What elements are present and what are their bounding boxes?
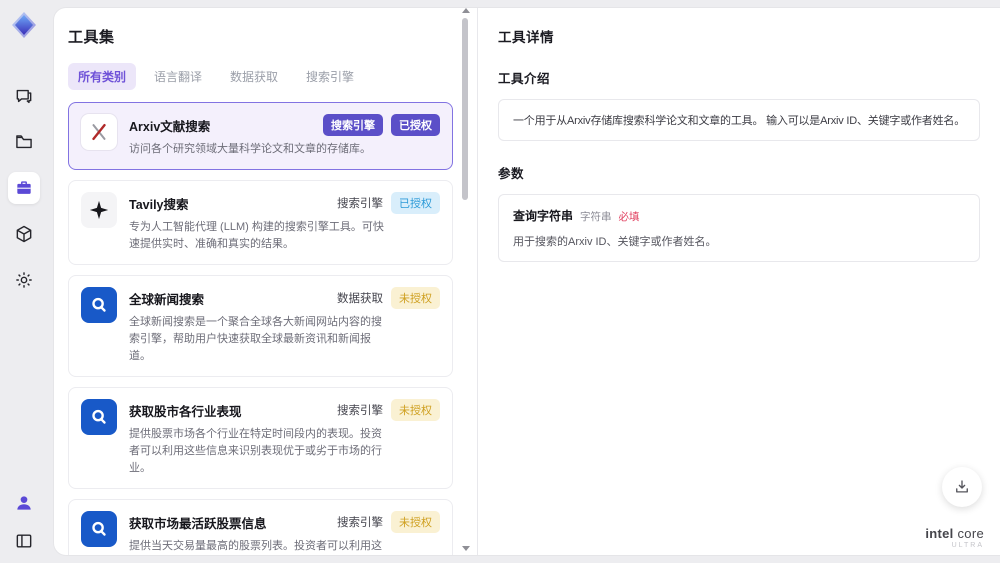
tool-description: 访问各个研究领域大量科学论文和文章的存储库。 xyxy=(129,143,371,155)
tool-category-badge: 数据获取 xyxy=(337,293,383,306)
brand-ultra: ULTRA xyxy=(951,542,984,549)
tab-1[interactable]: 语言翻译 xyxy=(144,63,212,90)
tool-intro-text: 一个用于从Arxiv存储库搜索科学论文和文章的工具。 输入可以是Arxiv ID… xyxy=(498,99,980,141)
blueq-icon xyxy=(81,287,117,324)
tool-auth-badge: 未授权 xyxy=(391,287,440,310)
tab-3[interactable]: 搜索引擎 xyxy=(296,63,364,90)
scrollbar-thumb[interactable] xyxy=(462,18,468,200)
toolbox-icon[interactable] xyxy=(8,172,40,204)
arxiv-icon xyxy=(81,114,117,150)
scrollbar[interactable] xyxy=(461,8,470,551)
download-icon xyxy=(956,480,968,493)
tool-auth-badge: 已授权 xyxy=(391,192,440,215)
tool-meta: 搜索引擎 未授权 xyxy=(337,511,440,534)
layout-toggle-icon[interactable] xyxy=(8,525,40,557)
tool-list-panel: 工具集 所有类别 语言翻译 数据获取 搜索引擎 Arxiv文献搜索 访问各个研究领域大量… xyxy=(54,8,477,555)
tool-auth-badge: 已授权 xyxy=(391,114,440,136)
tool-card[interactable]: 全球新闻搜索 全球新闻搜索是一个聚合全球各大新闻网站内容的搜索引擎，帮助用户快速获… xyxy=(68,275,453,378)
page-title: 工具集 xyxy=(68,29,115,46)
param-name: 查询字符串 xyxy=(513,209,574,223)
download-button[interactable] xyxy=(942,467,982,507)
param-type: 字符串 xyxy=(580,211,612,223)
brand-intel: intel xyxy=(925,526,954,541)
intro-heading: 工具介绍 xyxy=(498,72,551,86)
app-window: 工具集 所有类别 语言翻译 数据获取 搜索引擎 Arxiv文献搜索 访问各个研究领域大量… xyxy=(0,0,1000,563)
scroll-down-icon[interactable] xyxy=(462,546,470,551)
tool-description: 全球新闻搜索是一个聚合全球各大新闻网站内容的搜索引擎，帮助用户快速获取全球最新资… xyxy=(129,316,382,363)
user-icon[interactable] xyxy=(8,487,40,519)
scroll-up-icon[interactable] xyxy=(462,8,470,13)
tool-detail-panel: 工具详情 工具介绍 一个用于从Arxiv存储库搜索科学论文和文章的工具。 输入可… xyxy=(477,8,1000,555)
settings-gear-icon[interactable] xyxy=(8,264,40,296)
blueq-icon xyxy=(81,511,117,548)
tab-2[interactable]: 数据获取 xyxy=(220,63,288,90)
brand-core: core xyxy=(957,526,984,541)
folder-icon[interactable] xyxy=(8,126,40,158)
tool-description: 提供股票市场各个行业在特定时间段内的表现。投资者可以利用这些信息来识别表现优于或… xyxy=(129,428,382,475)
tool-meta: 搜索引擎 已授权 xyxy=(323,114,440,136)
tool-card[interactable]: 获取市场最活跃股票信息提供当天交易量最高的股票列表。投资者可以利用这些信息来识别… xyxy=(68,499,453,555)
tool-list: Arxiv文献搜索 访问各个研究领域大量科学论文和文章的存储库。 搜索引擎 已授权 Ta… xyxy=(68,102,477,555)
tool-description: 专为人工智能代理 (LLM) 构建的搜索引擎工具。可快速提供实时、准确和真实的结… xyxy=(129,221,384,251)
param-item: 查询字符串 字符串 必填用于搜索的Arxiv ID、关键字或作者姓名。 xyxy=(498,194,980,262)
intel-core-logo: intel core ULTRA xyxy=(925,526,984,549)
tool-auth-badge: 未授权 xyxy=(391,399,440,422)
param-description: 用于搜索的Arxiv ID、关键字或作者姓名。 xyxy=(513,236,717,248)
cube-icon[interactable] xyxy=(8,218,40,250)
tool-description: 提供当天交易量最高的股票列表。投资者可以利用这些信息来识别流动性强的股票和潜在的… xyxy=(129,540,382,553)
tool-meta: 数据获取 未授权 xyxy=(337,287,440,310)
tool-card[interactable]: Arxiv文献搜索 访问各个研究领域大量科学论文和文章的存储库。 搜索引擎 已授权 xyxy=(68,102,453,171)
blueq-icon xyxy=(81,399,117,436)
detail-title: 工具详情 xyxy=(498,30,554,45)
tool-category-badge: 搜索引擎 xyxy=(323,114,383,136)
app-logo-icon xyxy=(9,10,39,40)
content-panel: 工具集 所有类别 语言翻译 数据获取 搜索引擎 Arxiv文献搜索 访问各个研究领域大量… xyxy=(54,8,1000,555)
tab-0[interactable]: 所有类别 xyxy=(68,63,137,90)
tool-meta: 搜索引擎 未授权 xyxy=(337,399,440,422)
tool-card[interactable]: Tavily搜索 专为人工智能代理 (LLM) 构建的搜索引擎工具。可快速提供实时… xyxy=(68,180,453,266)
param-list: 查询字符串 字符串 必填用于搜索的Arxiv ID、关键字或作者姓名。 xyxy=(498,194,980,262)
param-required-badge: 必填 xyxy=(618,211,640,223)
tool-category-badge: 搜索引擎 xyxy=(337,405,383,418)
category-tabs: 所有类别 语言翻译 数据获取 搜索引擎 xyxy=(68,63,477,90)
tool-card[interactable]: 获取股市各行业表现 提供股票市场各个行业在特定时间段内的表现。投资者可以利用这些信… xyxy=(68,387,453,490)
tool-category-badge: 搜索引擎 xyxy=(337,198,383,211)
tool-category-badge: 搜索引擎 xyxy=(337,517,383,530)
tavily-icon xyxy=(81,192,117,229)
tool-auth-badge: 未授权 xyxy=(391,511,440,534)
params-heading: 参数 xyxy=(498,167,525,181)
chat-icon[interactable] xyxy=(8,80,40,112)
tool-meta: 搜索引擎 已授权 xyxy=(337,192,440,215)
left-rail xyxy=(0,0,48,563)
